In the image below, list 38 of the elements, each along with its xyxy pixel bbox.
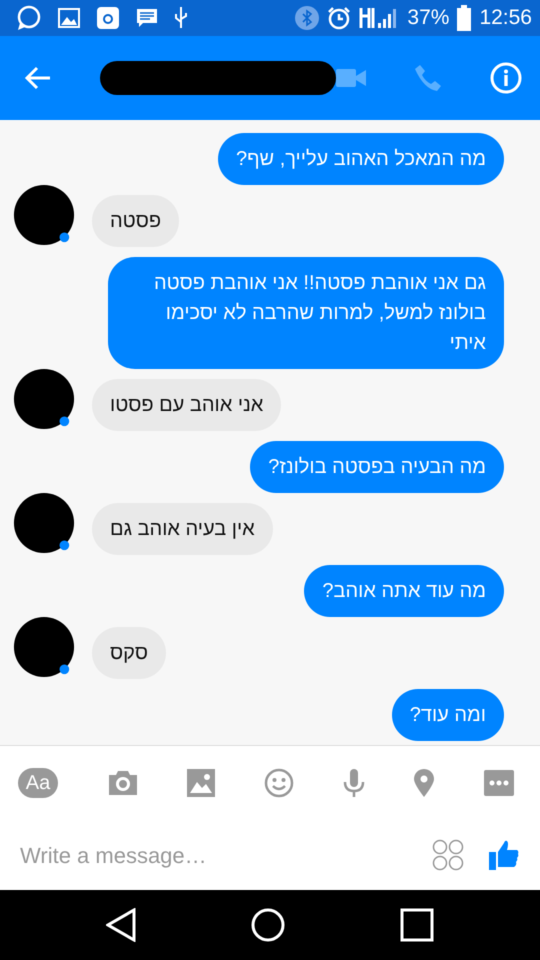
alarm-icon xyxy=(327,6,352,30)
bluetooth-icon xyxy=(295,6,320,30)
message-bubble: פסטה xyxy=(92,195,180,247)
usb-icon xyxy=(174,6,188,30)
stickers-button[interactable] xyxy=(432,839,464,871)
message-bubble: גם אני אוהבת פסטה!! אני אוהבת פסטה בולונז למשל, למרות שהרבה לא יסכימו איתי xyxy=(108,257,504,369)
camera-icon xyxy=(96,6,120,30)
back-nav-button[interactable] xyxy=(106,908,136,942)
recents-nav-button[interactable] xyxy=(400,908,434,942)
message-bubble: ומה עוד? xyxy=(392,689,504,741)
back-button[interactable] xyxy=(24,66,52,90)
message-bubble: מה המאכל האהוב עלייך, שף? xyxy=(218,133,504,185)
message-bubble: אין בעיה אוהב גם xyxy=(92,503,273,555)
message-bubble: סקס xyxy=(92,627,166,679)
chat-bubble-icon xyxy=(16,5,42,31)
message-input[interactable]: Write a message… xyxy=(18,838,432,872)
clock: 12:56 xyxy=(479,5,532,32)
message-bubble: מה הבעיה בפסטה בולונז? xyxy=(250,441,504,493)
camera-button[interactable] xyxy=(106,769,139,797)
battery-icon xyxy=(457,5,472,31)
message-bubble: מה עוד אתה אוהב? xyxy=(304,565,504,617)
more-button[interactable] xyxy=(484,770,514,796)
location-button[interactable] xyxy=(413,768,436,798)
info-button[interactable] xyxy=(490,62,522,94)
avatar xyxy=(12,615,76,679)
like-button[interactable] xyxy=(488,839,520,871)
emoji-button[interactable] xyxy=(264,768,294,798)
avatar xyxy=(12,491,76,555)
text-style-button[interactable]: Aa xyxy=(18,768,58,798)
microphone-button[interactable] xyxy=(342,768,365,798)
home-nav-button[interactable] xyxy=(250,908,285,942)
battery-percent: 37% xyxy=(407,5,450,32)
message-bubble: אני אוהב עם פסטו xyxy=(92,379,282,431)
avatar xyxy=(12,183,76,247)
image-icon xyxy=(58,8,80,28)
gallery-button[interactable] xyxy=(187,769,216,797)
message-icon xyxy=(136,8,158,28)
avatar xyxy=(12,367,76,431)
